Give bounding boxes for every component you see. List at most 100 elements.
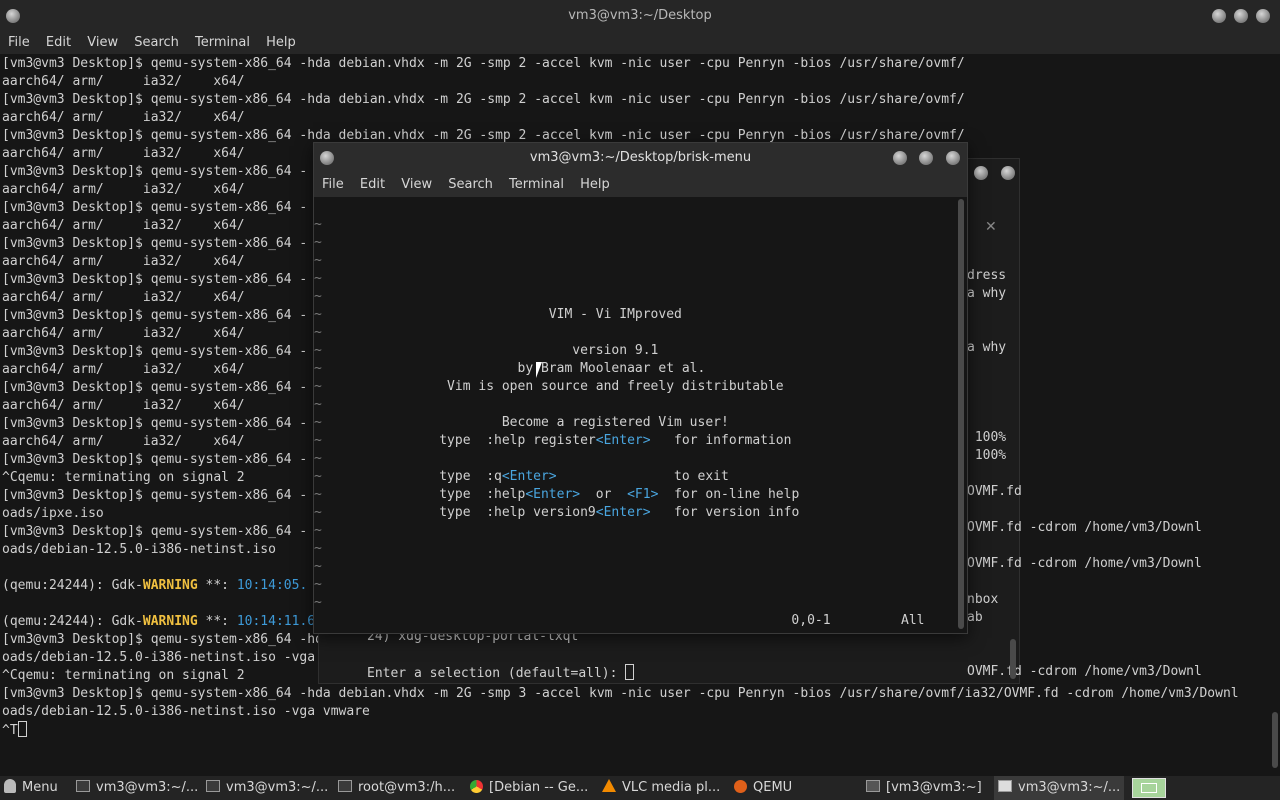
menu-help[interactable]: Help <box>266 32 296 54</box>
vim-line: ~ Vim is open source and freely distribu… <box>314 378 924 396</box>
taskbar-label: VLC media pl... <box>622 780 721 795</box>
taskbar-label: QEMU <box>753 780 793 795</box>
menu-edit[interactable]: Edit <box>46 32 71 54</box>
menu-search[interactable]: Search <box>134 32 179 54</box>
window-icon <box>998 780 1012 792</box>
help-key: <Enter> <box>595 505 651 520</box>
vim-terminal-window[interactable]: vm3@vm3:~/Desktop/brisk-menu File Edit V… <box>313 142 968 634</box>
taskbar-item-window[interactable]: [vm3@vm3:~] <box>866 776 988 800</box>
bg-fragment-line <box>967 375 1202 393</box>
bg-fragment-line <box>967 501 1202 519</box>
bg-fragment-line: OVMF.fd -cdrom /home/vm3/Downl <box>967 664 1202 679</box>
bg-fragment-line: 100% <box>967 448 1007 463</box>
warning-stars: **: <box>197 614 237 629</box>
vim-maximize-icon[interactable] <box>919 151 933 165</box>
vim-line: ~ <box>314 594 924 612</box>
vim-window-menu-icon[interactable] <box>320 151 334 165</box>
menu-terminal[interactable]: Terminal <box>195 32 250 54</box>
vim-window-title: vm3@vm3:~/Desktop/brisk-menu <box>529 150 752 165</box>
window-menu-icon[interactable] <box>6 9 20 23</box>
vim-menu-view[interactable]: View <box>401 173 432 197</box>
tilde-marker: ~ <box>314 433 322 448</box>
vim-menu-edit[interactable]: Edit <box>360 173 385 197</box>
vim-line: ~ type :help register<Enter> for informa… <box>314 432 924 450</box>
taskbar-label: vm3@vm3:~/... <box>226 780 329 795</box>
tilde-marker: ~ <box>314 343 322 358</box>
menu-file[interactable]: File <box>8 32 30 54</box>
vim-menu-help[interactable]: Help <box>580 173 610 197</box>
vim-line: ~ type :q<Enter> to exit <box>314 468 924 486</box>
show-desktop-button[interactable] <box>1132 778 1166 798</box>
vim-line: ~ <box>314 270 924 288</box>
bg-fragment-line: OVMF.fd <box>967 484 1022 499</box>
vim-close-icon[interactable] <box>946 151 960 165</box>
help-key: <F1> <box>627 487 659 502</box>
vim-line: ~ type :help version9<Enter> for version… <box>314 504 924 522</box>
text-cursor <box>625 664 635 680</box>
vim-line: ~ VIM - Vi IMproved <box>314 306 924 324</box>
vim-menubar: File Edit View Search Terminal Help <box>314 173 967 197</box>
taskbar-item-root-terminal[interactable]: root@vm3:/h... <box>338 776 462 800</box>
taskbar-label: Menu <box>22 780 58 795</box>
bg-fragment-line <box>967 303 1202 321</box>
tilde-marker: ~ <box>314 559 322 574</box>
main-scrollbar[interactable] <box>1272 712 1278 768</box>
terminal-icon <box>206 780 220 792</box>
vim-line: ~ <box>314 450 924 468</box>
bg-fragment-line <box>967 195 1202 213</box>
taskbar-item-terminal-1[interactable]: vm3@vm3:~/... <box>76 776 198 800</box>
vim-title: VIM - Vi IMproved <box>321 307 682 322</box>
tilde-marker: ~ <box>314 415 322 430</box>
vim-line: ~ type :help<Enter> or <F1> for on-line … <box>314 486 924 504</box>
menu-view[interactable]: View <box>87 32 118 54</box>
bg-fragment-line <box>967 321 1202 339</box>
terminal-line: [vm3@vm3 Desktop]$ qemu-system-x86_64 -h… <box>2 686 1239 701</box>
vim-menu-terminal[interactable]: Terminal <box>509 173 564 197</box>
bg-scrollbar[interactable] <box>1010 639 1016 679</box>
tilde-marker: ~ <box>314 271 322 286</box>
selection-prompt: Enter a selection (default=all): <box>367 666 626 681</box>
taskbar-item-qemu[interactable]: QEMU <box>734 776 858 800</box>
warning-stars: **: <box>197 578 237 593</box>
taskbar-item-terminal-2[interactable]: vm3@vm3:~/... <box>206 776 330 800</box>
taskbar-menu-button[interactable]: Menu <box>4 776 68 800</box>
maximize-icon[interactable] <box>1234 9 1248 23</box>
vim-line: ~ Become a registered Vim user! <box>314 414 924 432</box>
taskbar-item-browser[interactable]: [Debian -- Ge... <box>470 776 594 800</box>
close-icon[interactable] <box>1256 9 1270 23</box>
tilde-marker: ~ <box>314 505 322 520</box>
bg-fragment-line: a why <box>967 286 1007 301</box>
vim-menu-search[interactable]: Search <box>448 173 493 197</box>
tilde-marker: ~ <box>314 523 322 538</box>
help-pad <box>658 487 674 502</box>
prompt-line[interactable]: ^T <box>2 721 1239 740</box>
taskbar-item-vlc[interactable]: VLC media pl... <box>602 776 726 800</box>
vim-buffer[interactable]: ~ ~ ~ ~ ~ ~ VIM - Vi IMproved ~ ~ version 9.1 ~ … <box>314 198 924 630</box>
main-window-title: vm3@vm3:~/Desktop <box>568 8 712 23</box>
vim-register-heading: Become a registered Vim user! <box>321 415 729 430</box>
warning-prefix: (qemu:24244): Gdk- <box>2 578 143 593</box>
vim-scroll-position: All <box>830 613 925 628</box>
vim-menu-file[interactable]: File <box>322 173 344 197</box>
selection-prompt-line[interactable]: Enter a selection (default=all): <box>367 664 635 683</box>
bg-fragment-line <box>967 213 1202 231</box>
help-desc: for on-line help <box>674 487 800 502</box>
help-cmd: type :help <box>321 487 526 502</box>
vim-line: ~ <box>314 252 924 270</box>
minimize-icon[interactable] <box>1212 9 1226 23</box>
bg-fragment-line <box>967 231 1202 249</box>
taskbar-item-active-window[interactable]: vm3@vm3:~/... <box>994 776 1124 800</box>
bg-fragment-line: 100% <box>967 430 1007 445</box>
vim-scrollbar[interactable] <box>958 199 964 629</box>
tilde-marker: ~ <box>314 361 322 376</box>
vim-minimize-icon[interactable] <box>893 151 907 165</box>
help-key: <Enter> <box>501 469 557 484</box>
help-desc: for information <box>674 433 792 448</box>
tilde-marker: ~ <box>314 577 322 592</box>
tilde-marker: ~ <box>314 217 322 232</box>
terminal-line: aarch64/ arm/ ia32/ x64/ <box>2 110 245 125</box>
taskbar: Menu vm3@vm3:~/... vm3@vm3:~/... root@vm… <box>0 776 1280 800</box>
help-pad: or <box>580 487 628 502</box>
vim-line: ~ <box>314 324 924 342</box>
tilde-marker: ~ <box>314 469 322 484</box>
